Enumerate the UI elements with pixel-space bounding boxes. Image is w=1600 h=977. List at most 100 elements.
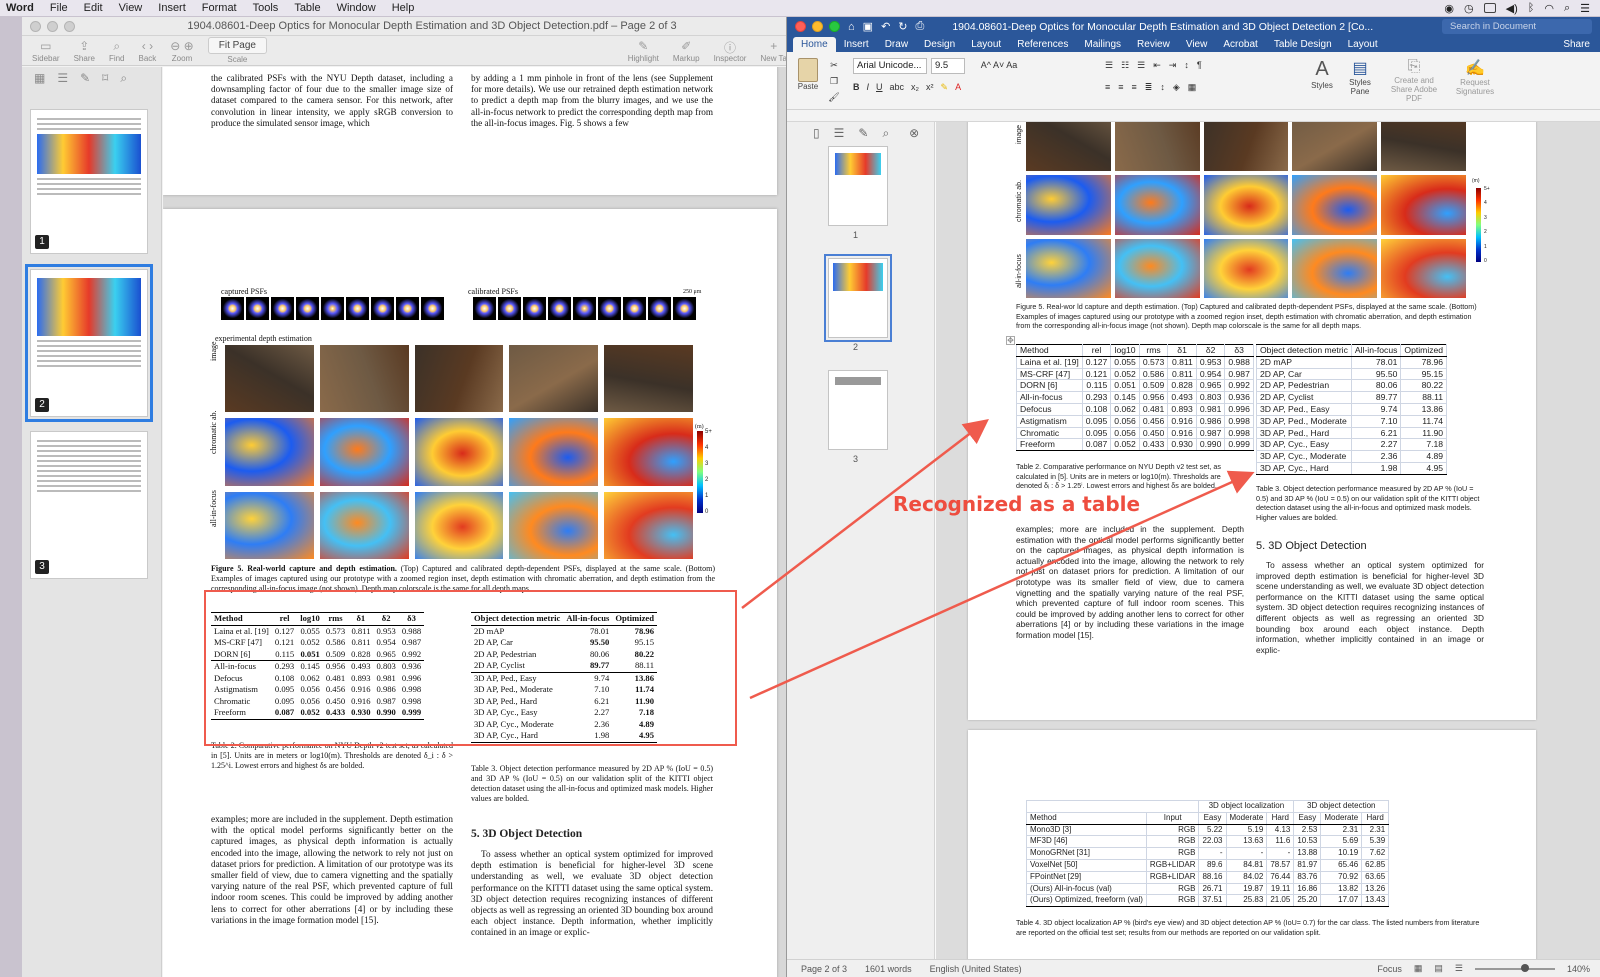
italic-button[interactable]: I	[867, 82, 870, 92]
superscript-button[interactable]: x²	[926, 82, 934, 92]
tab-draw[interactable]: Draw	[877, 39, 916, 52]
increase-indent-icon[interactable]: ⇥	[1169, 60, 1177, 71]
highlight-button[interactable]: ✎ Highlight	[628, 39, 659, 63]
styles-button[interactable]: A Styles	[1307, 58, 1337, 90]
format-painter-icon[interactable]: 🖌	[827, 90, 841, 104]
home-icon[interactable]: ⌂	[848, 21, 855, 33]
menu-help[interactable]: Help	[384, 2, 423, 14]
tab-review[interactable]: Review	[1129, 39, 1178, 52]
undo-icon[interactable]: ↶	[881, 20, 890, 33]
word-page-thumbnail-2[interactable]	[824, 254, 892, 342]
request-signatures-button[interactable]: ✍ Request Signatures	[1451, 58, 1499, 96]
outline-icon[interactable]: ☰	[1455, 963, 1463, 974]
toc-icon[interactable]: ☰	[57, 71, 68, 85]
zoom-slider[interactable]	[1474, 963, 1555, 972]
multilevel-list-icon[interactable]: ☰	[1137, 60, 1145, 71]
web-layout-icon[interactable]: ▤	[1434, 963, 1443, 974]
menu-table[interactable]: Table	[286, 2, 328, 14]
redo-icon[interactable]: ↻	[898, 20, 907, 33]
cut-icon[interactable]: ✂	[827, 58, 841, 72]
control-center-icon[interactable]: ☰	[1580, 2, 1590, 15]
tab-acrobat[interactable]: Acrobat	[1215, 39, 1265, 52]
align-center-icon[interactable]: ≡	[1118, 82, 1123, 92]
zoom-button[interactable]	[829, 21, 840, 32]
menu-tools[interactable]: Tools	[245, 2, 287, 14]
underline-button[interactable]: U	[876, 82, 883, 92]
annotations-icon[interactable]: ✎	[80, 71, 90, 85]
font-name-select[interactable]: Arial Unicode...	[853, 58, 927, 74]
spotlight-icon[interactable]: ⌕	[1564, 2, 1570, 15]
table-move-handle[interactable]: ✥	[1006, 336, 1015, 345]
tab-mailings[interactable]: Mailings	[1076, 39, 1129, 52]
zoom-button[interactable]	[64, 20, 75, 32]
wechat-icon[interactable]: ◉	[1444, 2, 1454, 15]
thumbnails-icon[interactable]: ▯	[813, 126, 820, 140]
highlight-color-button[interactable]: ✎	[941, 82, 949, 93]
font-size-grow-shrink[interactable]: A^ A˅ Aa	[969, 58, 1029, 72]
wifi-icon[interactable]: ◠	[1544, 2, 1554, 15]
line-spacing-icon[interactable]: ↕	[1160, 82, 1165, 92]
ruler[interactable]	[787, 110, 1600, 122]
edit-icon[interactable]: ✎	[858, 126, 868, 140]
word-count[interactable]: 1601 words	[865, 964, 912, 974]
tab-design[interactable]: Design	[916, 39, 963, 52]
tab-table-layout[interactable]: Layout	[1340, 39, 1386, 52]
word-table-2[interactable]: Method rel log10 rms δ1 δ2 δ3 Laina et al. [19]…	[1016, 344, 1254, 452]
inspector-button[interactable]: ⓘ Inspector	[714, 39, 747, 63]
bluetooth-icon[interactable]: ᛒ	[1528, 2, 1535, 14]
font-size-select[interactable]: 9.5	[931, 58, 965, 74]
word-table-4[interactable]: 3D object localization 3D object detectio…	[1025, 800, 1390, 908]
tab-home[interactable]: Home	[793, 37, 836, 52]
close-button[interactable]	[795, 21, 806, 32]
menu-app-word[interactable]: Word	[0, 2, 42, 14]
language[interactable]: English (United States)	[930, 964, 1022, 974]
print-layout-icon[interactable]: ▦	[1414, 963, 1423, 974]
subscript-button[interactable]: x₂	[911, 82, 919, 92]
close-button[interactable]	[30, 20, 41, 32]
zoom-control[interactable]: ⊖ ⊕ Zoom	[170, 39, 193, 63]
tab-insert[interactable]: Insert	[836, 39, 877, 52]
bullets-icon[interactable]: ☰	[1105, 60, 1113, 71]
tab-table-design[interactable]: Table Design	[1266, 39, 1340, 52]
strikethrough-button[interactable]: abc	[890, 82, 905, 92]
tab-view[interactable]: View	[1178, 39, 1216, 52]
create-adobe-pdf-button[interactable]: ⎘ Create and Share Adobe PDF	[1383, 58, 1445, 103]
decrease-indent-icon[interactable]: ⇤	[1153, 60, 1161, 71]
styles-pane-button[interactable]: ▤ Styles Pane	[1343, 58, 1377, 96]
find-button[interactable]: ⌕ Find	[109, 39, 125, 63]
bookmark-icon[interactable]: ⌑	[102, 71, 108, 85]
markup-button[interactable]: ✐ Markup	[673, 39, 700, 63]
headings-icon[interactable]: ☰	[834, 126, 845, 140]
document-canvas[interactable]: image chromatic ab. all-in-focus (m) 5+ 4…	[936, 122, 1600, 959]
align-right-icon[interactable]: ≡	[1132, 82, 1137, 92]
battery-icon[interactable]	[1483, 3, 1496, 13]
word-page-thumbnail-3[interactable]	[828, 370, 888, 450]
shading-icon[interactable]: ◈	[1173, 82, 1180, 93]
align-left-icon[interactable]: ≡	[1105, 82, 1110, 92]
numbering-icon[interactable]: ☷	[1121, 60, 1129, 71]
minimize-button[interactable]	[812, 21, 823, 32]
menu-insert[interactable]: Insert	[150, 2, 194, 14]
zoom-level[interactable]: 140%	[1567, 964, 1590, 974]
print-icon[interactable]: ⎙	[916, 20, 925, 33]
search-icon[interactable]: ⌕	[882, 126, 889, 141]
sort-icon[interactable]: ↕	[1184, 60, 1189, 70]
copy-icon[interactable]: ❐	[827, 74, 841, 88]
pdf-viewer[interactable]: the calibrated PSFs with the NYU Depth d…	[163, 67, 797, 977]
scale-control[interactable]: Fit Page Scale	[207, 37, 267, 64]
page-count[interactable]: Page 2 of 3	[801, 964, 847, 974]
volume-icon[interactable]: ◀)	[1506, 2, 1518, 15]
font-color-button[interactable]: A	[955, 82, 961, 92]
focus-button[interactable]: Focus	[1377, 964, 1402, 974]
search-document-input[interactable]: Search in Document	[1442, 19, 1592, 34]
page-thumbnail-2[interactable]: 2	[25, 264, 153, 422]
back-button[interactable]: ‹ › Back	[139, 39, 157, 63]
new-tab-button[interactable]: + New Ta	[760, 39, 787, 63]
menu-format[interactable]: Format	[194, 2, 245, 14]
share-button[interactable]: Share	[1553, 39, 1600, 52]
menu-window[interactable]: Window	[329, 2, 384, 14]
paste-button[interactable]: Paste	[795, 58, 821, 91]
clock-icon[interactable]: ◷	[1464, 2, 1474, 15]
page-thumbnail-3[interactable]: 3	[30, 431, 148, 579]
justify-icon[interactable]: ≣	[1145, 82, 1153, 93]
